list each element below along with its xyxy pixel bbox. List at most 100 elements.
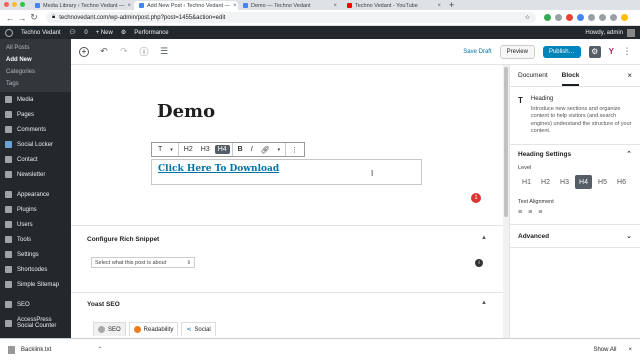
- heading-settings-toggle[interactable]: Heading Settings ⌃: [510, 145, 640, 163]
- sidebar-item-users[interactable]: Users: [0, 217, 71, 232]
- level-h6-button[interactable]: H6: [613, 175, 630, 189]
- yoast-tab-social[interactable]: ⋖ Social: [181, 322, 216, 336]
- tab-document[interactable]: Document: [518, 72, 548, 79]
- link-icon[interactable]: 🔗︎: [258, 145, 273, 155]
- heading-level-h3-button[interactable]: H3: [198, 145, 213, 154]
- back-arrow-icon[interactable]: ←: [4, 13, 16, 23]
- chevron-down-icon[interactable]: ▾: [275, 146, 284, 154]
- preview-button[interactable]: Preview: [499, 44, 535, 59]
- add-block-icon[interactable]: +: [79, 46, 89, 57]
- wordpress-logo-icon[interactable]: [5, 28, 13, 37]
- heading-level-h2-button[interactable]: H2: [181, 145, 196, 154]
- level-h4-button[interactable]: H4: [575, 175, 592, 189]
- close-tab-icon[interactable]: ×: [437, 3, 441, 9]
- profile-avatar-icon[interactable]: [621, 14, 628, 21]
- browser-tab-add-new-post[interactable]: Add New Post ‹ Techno Vedant — ×: [134, 1, 238, 10]
- submenu-categories[interactable]: Categories: [0, 66, 71, 78]
- extension-icon[interactable]: [577, 14, 584, 21]
- sidebar-item-appearance[interactable]: Appearance: [0, 187, 71, 202]
- new-tab-button[interactable]: +: [449, 0, 454, 10]
- close-icon[interactable]: ×: [628, 347, 632, 353]
- heading-level-h4-button[interactable]: H4: [214, 145, 230, 154]
- more-menu-icon[interactable]: ⋮: [622, 46, 632, 57]
- account-menu[interactable]: Howdy, admin: [585, 28, 635, 37]
- browser-tab-youtube[interactable]: Techno Vedant - YouTube ×: [342, 1, 446, 10]
- sidebar-item-contact[interactable]: Contact: [0, 152, 71, 167]
- sidebar-item-shortcodes[interactable]: Shortcodes: [0, 262, 71, 277]
- chevron-up-icon[interactable]: ⌃: [97, 346, 102, 353]
- sidebar-item-accesspress[interactable]: AccessPress Social Counter: [0, 312, 71, 334]
- sidebar-item-simple-sitemap[interactable]: Simple Sitemap: [0, 277, 71, 292]
- admin-bar-site-name[interactable]: Techno Vedant: [21, 30, 61, 36]
- extension-icon[interactable]: [544, 14, 551, 21]
- undo-icon[interactable]: ↶: [99, 46, 109, 57]
- close-tab-icon[interactable]: ×: [333, 3, 337, 9]
- info-icon[interactable]: i: [475, 259, 483, 267]
- close-tab-icon[interactable]: ×: [233, 3, 237, 9]
- settings-gear-icon[interactable]: ⚙: [588, 45, 601, 58]
- sidebar-item-newsletter[interactable]: Newsletter: [0, 167, 71, 182]
- level-h5-button[interactable]: H5: [594, 175, 611, 189]
- tab-block[interactable]: Block: [561, 72, 580, 86]
- url-field[interactable]: 🔒︎ technovedant.com/wp-admin/post.php?po…: [46, 12, 536, 23]
- advanced-toggle[interactable]: Advanced ⌄: [510, 225, 640, 247]
- sidebar-item-seo[interactable]: SEO: [0, 297, 71, 312]
- italic-button[interactable]: I: [248, 145, 256, 154]
- sidebar-item-media[interactable]: Media: [0, 92, 71, 107]
- transform-block-button[interactable]: T: [155, 145, 165, 154]
- download-item[interactable]: Backlink.txt ⌃: [8, 345, 102, 354]
- comments-count[interactable]: 0: [84, 30, 87, 36]
- download-link[interactable]: Click Here To Download: [158, 164, 279, 174]
- sidebar-item-settings[interactable]: Settings: [0, 247, 71, 262]
- rich-snippet-title[interactable]: Configure Rich Snippet: [87, 236, 159, 243]
- sidebar-item-tools[interactable]: Tools: [0, 232, 71, 247]
- collapse-arrow-icon[interactable]: ▲: [481, 300, 487, 306]
- rich-snippet-select[interactable]: Select what this post is about ⇕: [91, 257, 195, 268]
- extension-icon[interactable]: [588, 14, 595, 21]
- publish-button[interactable]: Publish…: [542, 45, 581, 58]
- sidebar-item-comments[interactable]: Comments: [0, 122, 71, 137]
- sidebar-item-pages[interactable]: Pages: [0, 107, 71, 122]
- browser-tab-media-library[interactable]: Media Library ‹ Techno Vedant — ×: [30, 1, 134, 10]
- collapse-arrow-icon[interactable]: ▲: [481, 235, 487, 241]
- submenu-add-new[interactable]: Add New: [0, 54, 71, 66]
- close-tab-icon[interactable]: ×: [128, 3, 132, 9]
- bookmark-star-icon[interactable]: ☆: [525, 14, 530, 21]
- align-left-icon[interactable]: ≡: [518, 209, 522, 216]
- align-center-icon[interactable]: ≡: [528, 209, 532, 216]
- reload-icon[interactable]: ↻: [28, 12, 40, 23]
- yoast-icon[interactable]: Y: [609, 47, 614, 56]
- yoast-tab-seo[interactable]: SEO: [93, 322, 126, 336]
- level-h1-button[interactable]: H1: [518, 175, 535, 189]
- align-right-icon[interactable]: ≡: [538, 209, 542, 216]
- submenu-all-posts[interactable]: All Posts: [0, 42, 71, 54]
- scrollbar-thumb[interactable]: [504, 67, 508, 217]
- browser-tab-demo[interactable]: Demo — Techno Vedant ×: [238, 1, 342, 10]
- chevron-down-icon[interactable]: ▾: [167, 146, 176, 154]
- notification-badge[interactable]: 1: [471, 193, 481, 203]
- submenu-tags[interactable]: Tags: [0, 78, 71, 90]
- level-h3-button[interactable]: H3: [556, 175, 573, 189]
- admin-bar-new[interactable]: + New: [96, 30, 113, 36]
- comment-icon[interactable]: 💬︎: [69, 29, 77, 36]
- show-all-button[interactable]: Show All: [593, 347, 616, 353]
- level-h2-button[interactable]: H2: [537, 175, 554, 189]
- heading-block[interactable]: Click Here To Download: [151, 159, 422, 185]
- extension-icon[interactable]: [610, 14, 617, 21]
- yoast-seo-title[interactable]: Yoast SEO: [87, 301, 120, 308]
- sidebar-item-plugins[interactable]: Plugins: [0, 202, 71, 217]
- yoast-tab-readability[interactable]: Readability: [128, 322, 179, 336]
- save-draft-button[interactable]: Save Draft: [463, 49, 491, 55]
- redo-icon[interactable]: ↷: [119, 46, 129, 57]
- close-window-button[interactable]: [4, 2, 9, 7]
- extension-icon[interactable]: [566, 14, 573, 21]
- sidebar-item-social-locker[interactable]: Social Locker: [0, 137, 71, 152]
- forward-arrow-icon[interactable]: →: [16, 13, 28, 23]
- info-icon[interactable]: ⓘ: [139, 45, 149, 58]
- more-options-button[interactable]: ⋮: [288, 145, 301, 155]
- block-navigation-icon[interactable]: ☰: [159, 46, 169, 57]
- close-icon[interactable]: ×: [627, 71, 632, 80]
- extension-icon[interactable]: [599, 14, 606, 21]
- minimize-window-button[interactable]: [12, 2, 17, 7]
- maximize-window-button[interactable]: [20, 2, 25, 7]
